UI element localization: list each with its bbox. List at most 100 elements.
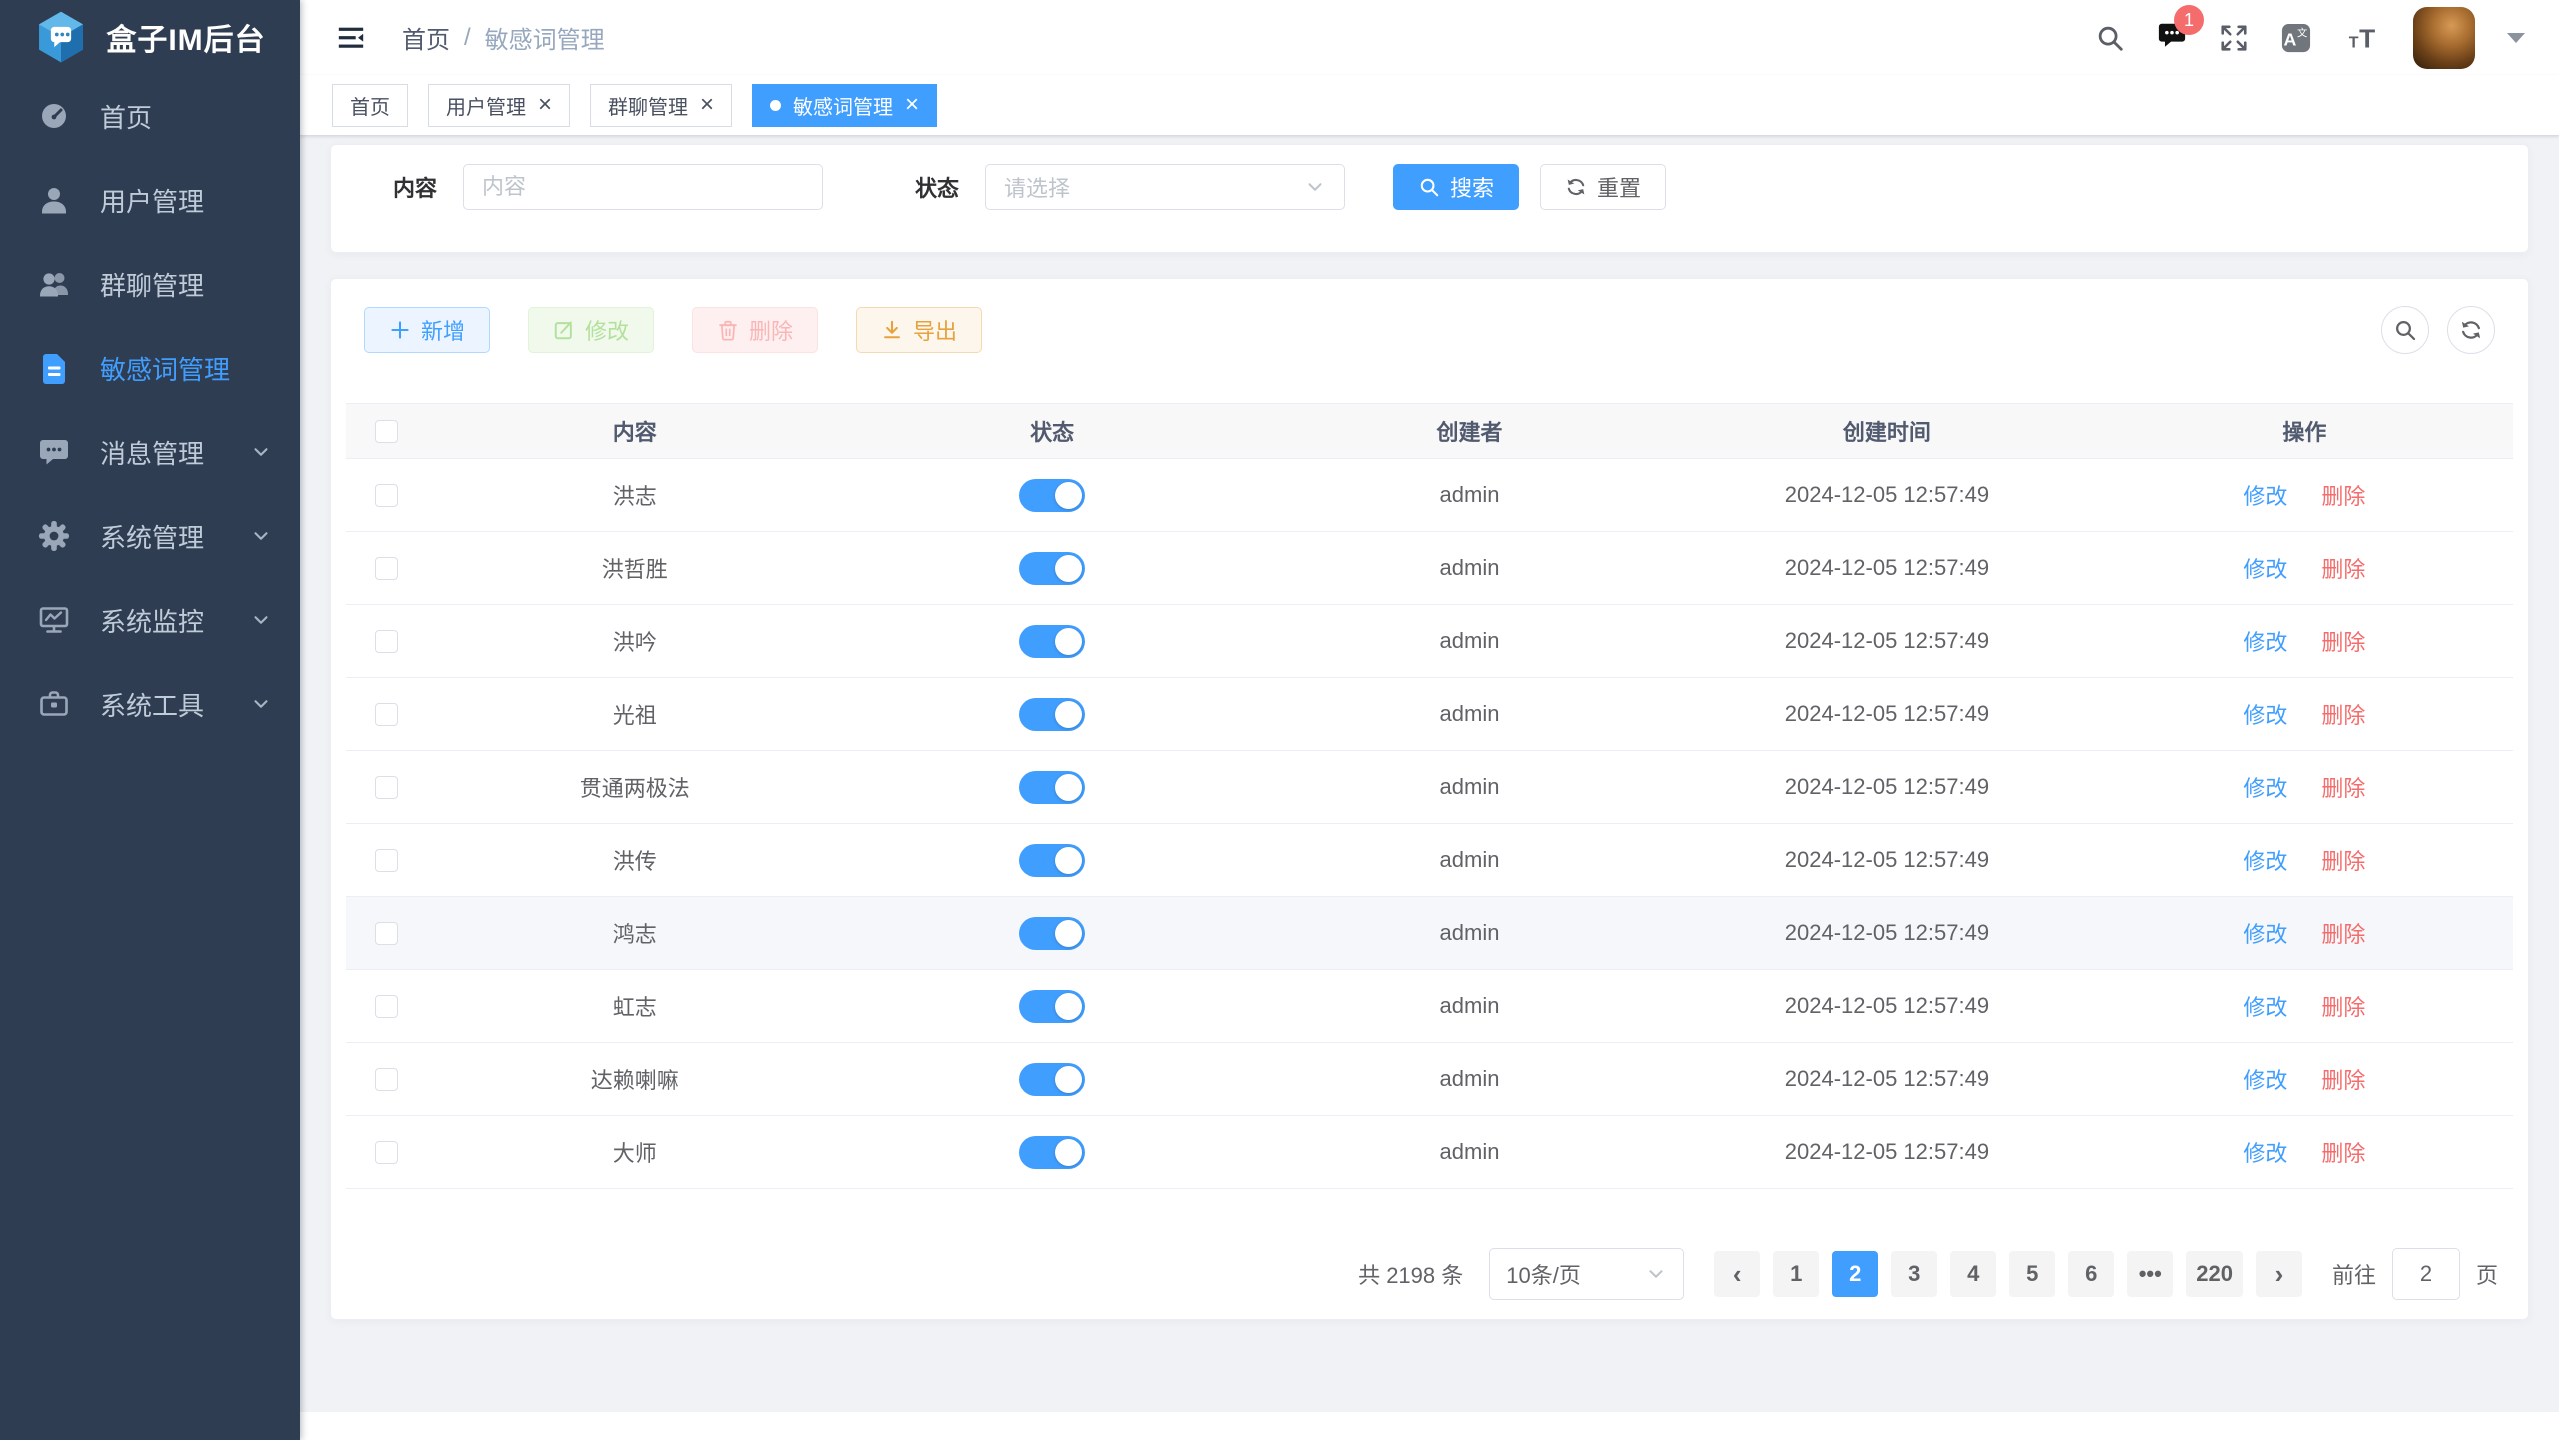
row-edit-link[interactable]: 修改 [2243, 552, 2287, 584]
breadcrumb: 首页 / 敏感词管理 [402, 20, 605, 55]
row-delete-link[interactable]: 删除 [2321, 698, 2365, 730]
add-button[interactable]: 新增 [364, 307, 490, 353]
sidebar-item-system-monitor[interactable]: 系统监控 [0, 578, 300, 662]
row-edit-link[interactable]: 修改 [2243, 917, 2287, 949]
table-card: 新增 修改 删除 导出 [330, 278, 2529, 1320]
sidebar: 盒子IM后台 首页 用户管理 群聊管理 敏感词管理 消息管理 系统管理 系统监控… [0, 0, 300, 1440]
chevron-down-icon [1304, 176, 1326, 198]
row-delete-link[interactable]: 删除 [2321, 917, 2365, 949]
row-edit-link[interactable]: 修改 [2243, 844, 2287, 876]
search-button[interactable]: 搜索 [1393, 164, 1519, 210]
breadcrumb-root[interactable]: 首页 [402, 20, 450, 55]
sidebar-item-home[interactable]: 首页 [0, 74, 300, 158]
translate-icon[interactable] [2281, 23, 2311, 53]
row-checkbox[interactable] [375, 557, 398, 580]
row-delete-link[interactable]: 删除 [2321, 1063, 2365, 1095]
page-button-6[interactable]: 6 [2068, 1251, 2114, 1297]
sidebar-item-system-tools[interactable]: 系统工具 [0, 662, 300, 746]
row-delete-link[interactable]: 删除 [2321, 771, 2365, 803]
header-search-icon[interactable] [2095, 23, 2125, 53]
page-button-2[interactable]: 2 [1832, 1251, 1878, 1297]
status-toggle[interactable] [1019, 625, 1085, 658]
export-button[interactable]: 导出 [856, 307, 982, 353]
row-edit-link[interactable]: 修改 [2243, 771, 2287, 803]
status-toggle[interactable] [1019, 1063, 1085, 1096]
fullscreen-icon[interactable] [2219, 23, 2249, 53]
page-button-4[interactable]: 4 [1950, 1251, 1996, 1297]
row-edit-link[interactable]: 修改 [2243, 625, 2287, 657]
status-toggle[interactable] [1019, 917, 1085, 950]
prev-page-button[interactable]: ‹ [1714, 1251, 1760, 1297]
toggle-search-button[interactable] [2381, 306, 2429, 354]
close-tab-icon[interactable]: × [700, 93, 714, 117]
status-filter-select[interactable]: 请选择 [985, 164, 1345, 210]
status-toggle[interactable] [1019, 698, 1085, 731]
page-button-3[interactable]: 3 [1891, 1251, 1937, 1297]
delete-button[interactable]: 删除 [692, 307, 818, 353]
sidebar-item-group-mgmt[interactable]: 群聊管理 [0, 242, 300, 326]
status-toggle[interactable] [1019, 990, 1085, 1023]
row-delete-link[interactable]: 删除 [2321, 990, 2365, 1022]
sidebar-item-message-mgmt[interactable]: 消息管理 [0, 410, 300, 494]
tab-用户管理[interactable]: 用户管理 × [428, 84, 570, 127]
sidebar-item-sensitive-words[interactable]: 敏感词管理 [0, 326, 300, 410]
created-at-cell: 2024-12-05 12:57:49 [1678, 993, 2095, 1019]
goto-page-input[interactable] [2392, 1248, 2460, 1300]
tab-首页[interactable]: 首页 [332, 84, 408, 127]
next-page-button[interactable]: › [2256, 1251, 2302, 1297]
page-button-220[interactable]: 220 [2186, 1251, 2243, 1297]
page-button-1[interactable]: 1 [1773, 1251, 1819, 1297]
row-checkbox[interactable] [375, 1068, 398, 1091]
dashboard-icon [38, 100, 70, 132]
status-toggle[interactable] [1019, 844, 1085, 877]
font-size-icon[interactable] [2343, 23, 2381, 53]
doc-icon [38, 352, 70, 384]
table-row: 洪吟 admin 2024-12-05 12:57:49 修改 删除 [346, 605, 2513, 678]
sidebar-item-system-mgmt[interactable]: 系统管理 [0, 494, 300, 578]
row-delete-link[interactable]: 删除 [2321, 844, 2365, 876]
page-size-select[interactable]: 10条/页 [1489, 1248, 1684, 1300]
sidebar-item-user-mgmt[interactable]: 用户管理 [0, 158, 300, 242]
reset-button[interactable]: 重置 [1540, 164, 1666, 210]
row-checkbox[interactable] [375, 630, 398, 653]
row-edit-link[interactable]: 修改 [2243, 698, 2287, 730]
status-toggle[interactable] [1019, 479, 1085, 512]
tab-群聊管理[interactable]: 群聊管理 × [590, 84, 732, 127]
tab-敏感词管理[interactable]: 敏感词管理 × [752, 84, 937, 127]
edit-button[interactable]: 修改 [528, 307, 654, 353]
status-toggle[interactable] [1019, 1136, 1085, 1169]
status-toggle[interactable] [1019, 771, 1085, 804]
refresh-table-button[interactable] [2447, 306, 2495, 354]
row-delete-link[interactable]: 删除 [2321, 479, 2365, 511]
row-checkbox[interactable] [375, 922, 398, 945]
actions-cell: 修改 删除 [2096, 917, 2513, 949]
row-delete-link[interactable]: 删除 [2321, 552, 2365, 584]
row-checkbox[interactable] [375, 995, 398, 1018]
row-checkbox[interactable] [375, 1141, 398, 1164]
row-delete-link[interactable]: 删除 [2321, 625, 2365, 657]
row-edit-link[interactable]: 修改 [2243, 1136, 2287, 1168]
page-button-5[interactable]: 5 [2009, 1251, 2055, 1297]
row-edit-link[interactable]: 修改 [2243, 479, 2287, 511]
content-filter-label: 内容 [393, 171, 437, 203]
row-edit-link[interactable]: 修改 [2243, 1063, 2287, 1095]
row-delete-link[interactable]: 删除 [2321, 1136, 2365, 1168]
avatar-caret-down-icon[interactable] [2507, 33, 2525, 43]
more-pages-button[interactable]: ••• [2127, 1251, 2173, 1297]
table-toolbar: 新增 修改 删除 导出 [346, 306, 2513, 354]
messages-button[interactable]: 1 [2157, 20, 2187, 55]
edit-icon [553, 319, 575, 341]
sidebar-collapse-icon[interactable] [334, 23, 368, 53]
row-checkbox[interactable] [375, 849, 398, 872]
content-filter-input[interactable] [463, 164, 823, 210]
row-checkbox[interactable] [375, 484, 398, 507]
user-avatar[interactable] [2413, 7, 2475, 69]
content-cell: 鸿志 [426, 917, 843, 949]
row-edit-link[interactable]: 修改 [2243, 990, 2287, 1022]
close-tab-icon[interactable]: × [538, 93, 552, 117]
close-tab-icon[interactable]: × [905, 93, 919, 117]
status-toggle[interactable] [1019, 552, 1085, 585]
row-checkbox[interactable] [375, 776, 398, 799]
row-checkbox[interactable] [375, 703, 398, 726]
select-all-checkbox[interactable] [375, 420, 398, 443]
